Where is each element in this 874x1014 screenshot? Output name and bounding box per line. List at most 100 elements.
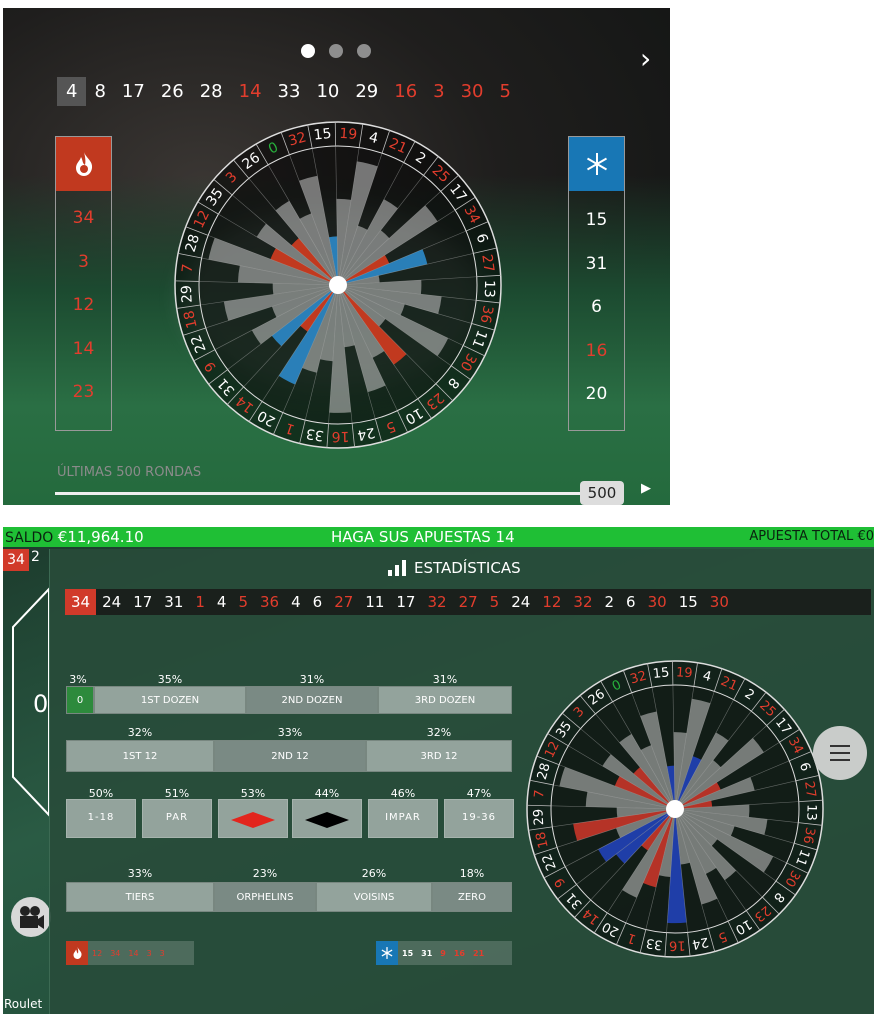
history-number: 34 bbox=[65, 589, 97, 615]
wheel-number: 24 bbox=[356, 424, 377, 443]
cold-number: 16 bbox=[585, 340, 608, 361]
history-number: 24 bbox=[102, 593, 122, 611]
zero-sector-cell[interactable]: ZERO bbox=[432, 882, 512, 912]
even-cell[interactable]: PAR bbox=[142, 799, 212, 838]
low-cell[interactable]: 1-18 bbox=[66, 799, 136, 838]
wheel-number: 27 bbox=[801, 780, 818, 799]
chevron-right-icon[interactable]: › bbox=[640, 42, 651, 75]
cold-strip-number: 31 bbox=[421, 948, 433, 958]
game-view: SALDO €11,964.10 HAGA SUS APUESTAS 14 AP… bbox=[3, 527, 874, 1014]
dozen3-pct: 31% bbox=[432, 673, 458, 686]
cold-numbers-list: 15 31 6 16 20 bbox=[569, 203, 624, 421]
black-diamond-icon bbox=[305, 812, 349, 828]
rounds-label: ÚLTIMAS 500 RONDAS bbox=[57, 465, 202, 480]
cold-number: 15 bbox=[585, 210, 608, 230]
dozen1-cell[interactable]: 1ST DOZEN bbox=[94, 686, 246, 714]
history-number: 5 bbox=[499, 80, 511, 102]
high-cell[interactable]: 19-36 bbox=[444, 799, 514, 838]
cold-strip-number: 9 bbox=[440, 948, 446, 958]
hot-numbers-list: 34 3 12 14 23 bbox=[56, 203, 111, 421]
history-number: 1 bbox=[195, 593, 205, 611]
history-number: 4 bbox=[291, 593, 301, 611]
camera-icon[interactable] bbox=[11, 897, 51, 937]
carousel-dot-3[interactable] bbox=[357, 44, 371, 58]
left-bet-spot[interactable]: 0 bbox=[3, 587, 49, 817]
orphelins-cell[interactable]: ORPHELINS bbox=[214, 882, 316, 912]
hot-number: 34 bbox=[72, 208, 95, 228]
history-number: 33 bbox=[277, 80, 301, 102]
wheel-number: 7 bbox=[532, 789, 548, 799]
snowflake-icon bbox=[569, 137, 624, 191]
carousel-dot-2[interactable] bbox=[329, 44, 343, 58]
dozen3-cell[interactable]: 3RD DOZEN bbox=[378, 686, 512, 714]
cold-numbers-column: 15 31 6 16 20 bbox=[568, 136, 625, 431]
fire-icon bbox=[66, 941, 88, 965]
dozen2-cell[interactable]: 2ND DOZEN bbox=[246, 686, 378, 714]
wheel-number: 13 bbox=[803, 804, 818, 821]
red-cell[interactable] bbox=[218, 799, 288, 838]
wheel-number: 36 bbox=[477, 304, 496, 325]
cold-strip-number: 15 bbox=[402, 948, 414, 958]
carousel-dot-1[interactable] bbox=[301, 44, 315, 58]
history-number: 8 bbox=[94, 80, 106, 102]
wheel-number: 29 bbox=[179, 285, 196, 304]
orphelins-pct: 23% bbox=[252, 867, 278, 880]
roulette-wheel-stats: 0 32 15 19 4 21225173462713361130823105241633… bbox=[174, 121, 502, 449]
game-message: HAGA SUS APUESTAS 14 bbox=[331, 528, 515, 546]
col1-cell[interactable]: 1ST 12 bbox=[66, 740, 214, 772]
result-history-bar: 34 24 17 31 1 4 5 36 4 6 27 11 17 32 27 5 24 12 32 2 6 30 15 30 bbox=[65, 589, 871, 615]
cold-strip-number: 16 bbox=[453, 948, 465, 958]
voisins-cell[interactable]: VOISINS bbox=[316, 882, 432, 912]
history-number: 3 bbox=[433, 80, 445, 102]
hot-number: 3 bbox=[78, 251, 89, 272]
history-number: 12 bbox=[542, 593, 562, 611]
cold-number: 20 bbox=[585, 384, 608, 404]
wheel-number: 15 bbox=[652, 665, 670, 682]
history-number: 31 bbox=[164, 593, 184, 611]
history-number: 30 bbox=[460, 80, 484, 102]
red-diamond-icon bbox=[231, 812, 275, 828]
svg-text:0: 0 bbox=[33, 690, 48, 718]
history-number: 27 bbox=[334, 593, 354, 611]
snowflake-icon bbox=[376, 941, 398, 965]
history-number: 28 bbox=[199, 80, 223, 102]
rounds-slider-value[interactable]: 500 bbox=[580, 481, 624, 505]
col1-pct: 32% bbox=[127, 726, 153, 739]
balance: SALDO €11,964.10 bbox=[5, 528, 144, 546]
history-number: 36 bbox=[260, 593, 280, 611]
hot-numbers-strip: 12 34 14 3 3 bbox=[66, 941, 194, 965]
hot-strip-number: 34 bbox=[110, 948, 121, 958]
wheel-hub bbox=[329, 276, 347, 294]
history-number: 30 bbox=[709, 593, 729, 611]
history-number: 6 bbox=[312, 593, 323, 611]
zero-pct: 3% bbox=[69, 673, 87, 686]
history-number: 14 bbox=[238, 80, 262, 102]
carousel-dots bbox=[301, 44, 371, 58]
play-icon[interactable]: ▶ bbox=[641, 481, 651, 496]
panel-title: ESTADÍSTICAS bbox=[388, 559, 521, 577]
history-number: 10 bbox=[316, 80, 340, 102]
col2-pct: 33% bbox=[277, 726, 303, 739]
wheel-number: 27 bbox=[478, 253, 496, 273]
col2-cell[interactable]: 2ND 12 bbox=[214, 740, 366, 772]
status-bar: SALDO €11,964.10 HAGA SUS APUESTAS 14 AP… bbox=[3, 527, 874, 547]
history-number: 24 bbox=[511, 593, 531, 611]
menu-icon[interactable] bbox=[813, 726, 867, 780]
col3-cell[interactable]: 3RD 12 bbox=[366, 740, 512, 772]
history-number: 32 bbox=[573, 593, 593, 611]
history-number: 16 bbox=[394, 80, 418, 102]
rounds-slider[interactable] bbox=[55, 492, 585, 495]
bar-chart-icon bbox=[388, 560, 406, 576]
zero-cell[interactable]: 0 bbox=[66, 686, 94, 714]
wheel-number: 36 bbox=[799, 826, 817, 845]
tiers-cell[interactable]: TIERS bbox=[66, 882, 214, 912]
odd-cell[interactable]: IMPAR bbox=[368, 799, 438, 838]
cold-strip-number: 21 bbox=[473, 948, 485, 958]
wheel-number: 33 bbox=[305, 425, 325, 444]
history-number: 4 bbox=[216, 593, 227, 611]
zero-sector-pct: 18% bbox=[459, 867, 485, 880]
black-cell[interactable] bbox=[292, 799, 362, 838]
history-number: 11 bbox=[365, 593, 385, 611]
dozen2-pct: 31% bbox=[299, 673, 325, 686]
tiers-pct: 33% bbox=[127, 867, 153, 880]
